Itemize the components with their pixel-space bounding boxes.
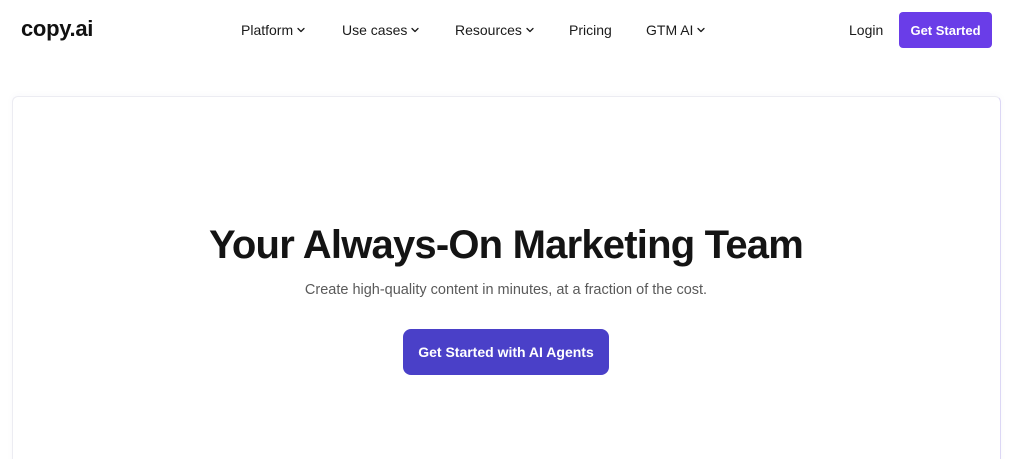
nav-item-pricing[interactable]: Pricing bbox=[569, 20, 612, 40]
nav-item-label: Resources bbox=[455, 22, 522, 38]
nav-item-label: Use cases bbox=[342, 22, 408, 38]
login-link[interactable]: Login bbox=[849, 20, 883, 40]
hero-subtitle: Create high-quality content in minutes, … bbox=[304, 282, 708, 298]
chevron-down-icon bbox=[411, 27, 420, 32]
get-started-button[interactable]: Get Started bbox=[899, 12, 992, 48]
chevron-down-icon bbox=[697, 27, 706, 32]
nav-item-label: Pricing bbox=[569, 22, 612, 38]
nav-item-platform[interactable]: Platform bbox=[241, 20, 305, 40]
nav-item-label: GTM AI bbox=[646, 22, 694, 38]
hero-title: Your Always-On Marketing Team bbox=[209, 223, 804, 267]
hero-card bbox=[12, 96, 1001, 459]
logo[interactable]: copy.ai bbox=[21, 15, 93, 43]
nav-item-resources[interactable]: Resources bbox=[455, 20, 534, 40]
chevron-down-icon bbox=[526, 27, 534, 32]
nav-item-label: Platform bbox=[241, 22, 294, 38]
page: copy.ai Platform Use cases Resources Pri… bbox=[0, 0, 1024, 459]
get-started-ai-agents-button[interactable]: Get Started with AI Agents bbox=[403, 329, 609, 375]
nav-item-use-cases[interactable]: Use cases bbox=[342, 20, 420, 40]
chevron-down-icon bbox=[297, 27, 305, 32]
scrollbar[interactable] bbox=[1018, 0, 1024, 459]
nav-item-gtm-ai[interactable]: GTM AI bbox=[646, 20, 706, 40]
site-header: copy.ai Platform Use cases Resources Pri… bbox=[0, 0, 1024, 60]
